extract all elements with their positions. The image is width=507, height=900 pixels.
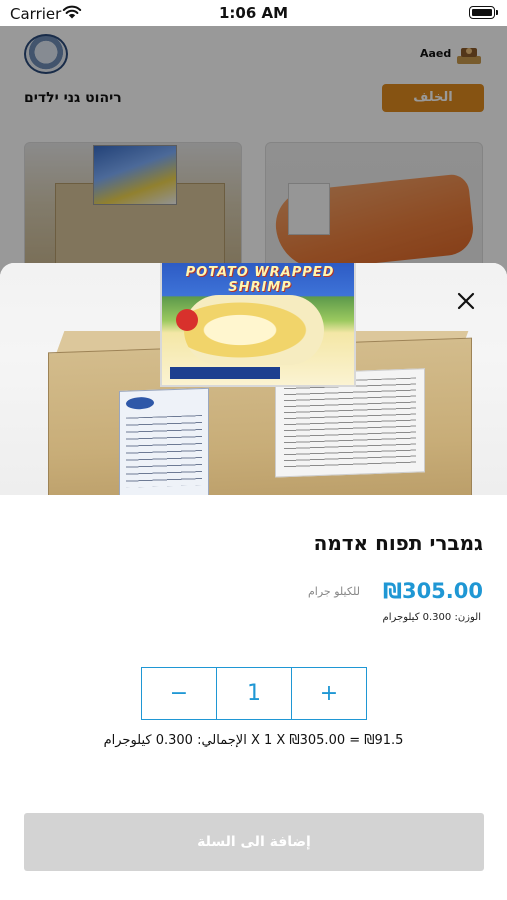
product-name: גמברי תפוח אדמה — [313, 531, 483, 555]
quantity-value: 1 — [216, 668, 291, 719]
package-title: POTATO WRAPPED SHRIMP — [185, 265, 335, 295]
product-price: ₪305.00 — [382, 579, 483, 603]
product-weight: الوزن: 0.300 كيلوجرام — [382, 612, 481, 623]
box-label-left — [119, 387, 209, 495]
decrease-quantity-button[interactable]: − — [142, 668, 216, 719]
close-icon[interactable] — [452, 287, 480, 315]
clock: 1:06 AM — [218, 4, 289, 22]
quantity-stepper: − 1 + — [141, 667, 367, 720]
product-package: POTATO WRAPPED SHRIMP — [160, 263, 356, 387]
status-bar: Carrier 1:06 AM — [0, 0, 507, 26]
package-tomato-image — [176, 309, 198, 331]
price-unit: للكيلو جرام — [308, 585, 360, 598]
product-detail-sheet: POTATO WRAPPED SHRIMP גמברי תפוח אדמה ₪3… — [0, 263, 507, 900]
total-summary: الإجمالي: 0.300 كيلوجرام X 1 X ₪305.00 =… — [103, 733, 404, 748]
package-strip — [170, 367, 280, 379]
product-image: POTATO WRAPPED SHRIMP — [0, 263, 507, 495]
battery-icon — [469, 6, 498, 19]
increase-quantity-button[interactable]: + — [291, 668, 366, 719]
add-to-cart-button[interactable]: إضافة الى السلة — [24, 813, 484, 871]
package-food-image — [184, 295, 324, 365]
